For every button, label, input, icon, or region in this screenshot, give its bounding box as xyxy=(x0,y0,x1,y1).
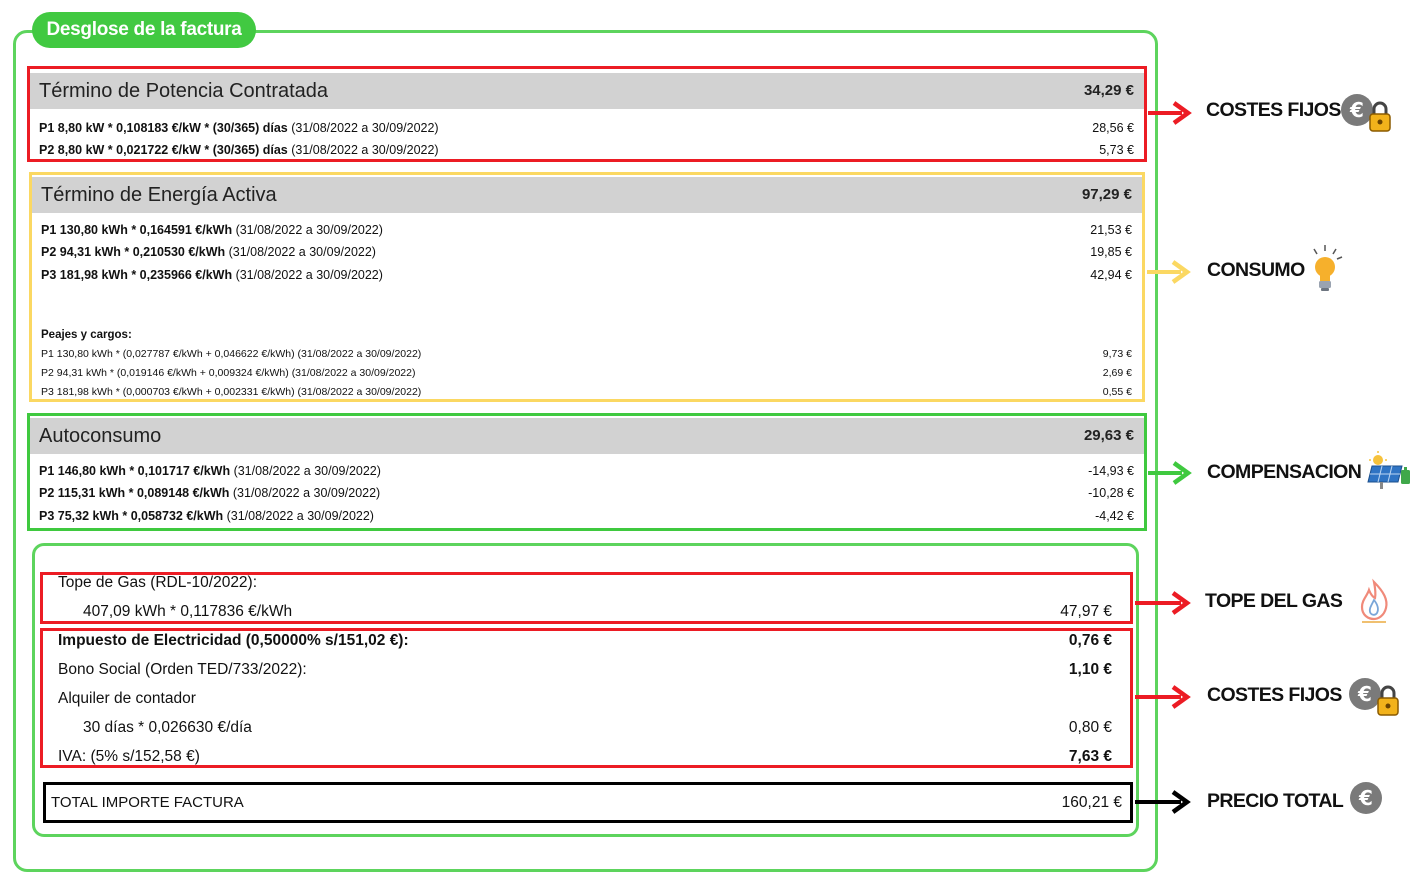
potencia-total: 34,29 € xyxy=(1083,82,1134,99)
row-formula: P1 130,80 kWh * 0,164591 €/kWh xyxy=(41,223,233,237)
row-period: (31/08/2022 a 30/09/2022) xyxy=(225,245,376,259)
solar-panel-icon xyxy=(1367,451,1410,489)
peaje-amount: 2,69 € xyxy=(1102,367,1132,379)
row-formula: P2 8,80 kW * 0,021722 €/kW * (30/365) dí… xyxy=(39,143,288,157)
row-formula: P3 181,98 kWh * 0,235966 €/kWh xyxy=(41,268,233,282)
row-formula: P1 146,80 kWh * 0,101717 €/kWh xyxy=(39,464,231,478)
row-formula: P3 75,32 kWh * 0,058732 €/kWh xyxy=(39,509,224,523)
bono-social-amount: 1,10 € xyxy=(1068,661,1112,678)
label-compensacion: COMPENSACION xyxy=(1207,461,1362,483)
arrow-green-icon xyxy=(1148,461,1192,485)
arrow-black-icon xyxy=(1135,790,1191,814)
energia-section: Término de Energía Activa 97,29 € P1 130… xyxy=(29,172,1145,402)
autoconsumo-row: P2 115,31 kWh * 0,089148 €/kWh (31/08/20… xyxy=(39,483,1134,503)
svg-text:€: € xyxy=(1349,98,1364,122)
label-tope-gas: TOPE DEL GAS xyxy=(1205,590,1343,612)
svg-text:€: € xyxy=(1358,786,1373,810)
peajes-row: P3 181,98 kWh * (0,000703 €/kWh + 0,0023… xyxy=(41,383,1132,401)
row-period: (31/08/2022 a 30/09/2022) xyxy=(223,509,374,523)
peaje-formula: P1 130,80 kWh * (0,027787 €/kWh + 0,0466… xyxy=(41,348,422,360)
energia-row: P1 130,80 kWh * 0,164591 €/kWh (31/08/20… xyxy=(41,220,1132,240)
row-formula: P2 115,31 kWh * 0,089148 €/kWh xyxy=(39,486,230,500)
potencia-row: P1 8,80 kW * 0,108183 €/kW * (30/365) dí… xyxy=(39,118,1134,138)
label-precio-total: PRECIO TOTAL xyxy=(1207,790,1344,812)
row-amount: -10,28 € xyxy=(1088,486,1134,500)
tope-gas-detail: 407,09 kWh * 0,117836 €/kWh xyxy=(83,603,293,620)
autoconsumo-header: Autoconsumo 29,63 € xyxy=(30,418,1144,454)
peaje-amount: 0,55 € xyxy=(1102,386,1132,398)
row-amount: 28,56 € xyxy=(1092,121,1134,135)
row-period: (31/08/2022 a 30/09/2022) xyxy=(229,486,381,500)
total-amount: 160,21 € xyxy=(1061,794,1122,811)
row-formula: P2 94,31 kWh * 0,210530 €/kWh xyxy=(41,245,226,259)
arrow-red-icon xyxy=(1135,685,1191,709)
potencia-section: Término de Potencia Contratada 34,29 € P… xyxy=(27,66,1147,162)
impuesto-electricidad-label: Impuesto de Electricidad (0,50000% s/151… xyxy=(58,632,409,649)
peaje-amount: 9,73 € xyxy=(1102,348,1132,360)
iva-label: IVA: (5% s/152,58 €) xyxy=(58,748,200,765)
potencia-title: Término de Potencia Contratada xyxy=(39,80,329,102)
row-amount: -4,42 € xyxy=(1095,509,1134,523)
label-consumo: CONSUMO xyxy=(1207,259,1305,281)
potencia-row: P2 8,80 kW * 0,021722 €/kW * (30/365) dí… xyxy=(39,140,1134,160)
potencia-header: Término de Potencia Contratada 34,29 € xyxy=(30,73,1144,109)
peaje-formula: P2 94,31 kWh * (0,019146 €/kWh + 0,00932… xyxy=(41,367,416,379)
panel-title-tab: Desglose de la factura xyxy=(32,12,256,48)
bono-social-label: Bono Social (Orden TED/733/2022): xyxy=(58,661,307,678)
iva-amount: 7,63 € xyxy=(1068,748,1112,765)
row-amount: 19,85 € xyxy=(1090,245,1132,259)
gas-flame-icon xyxy=(1360,578,1388,623)
row-amount: 5,73 € xyxy=(1099,143,1134,157)
label-costes-fijos: COSTES FIJOS xyxy=(1207,684,1342,706)
arrow-red-icon xyxy=(1148,101,1192,125)
row-period: (31/08/2022 a 30/09/2022) xyxy=(287,143,439,157)
row-formula: P1 8,80 kW * 0,108183 €/kW * (30/365) dí… xyxy=(39,121,288,135)
label-costes-fijos: COSTES FIJOS xyxy=(1206,99,1341,121)
total-label: TOTAL IMPORTE FACTURA xyxy=(51,794,244,811)
alquiler-contador-detail: 30 días * 0,026630 €/día xyxy=(83,719,252,736)
energia-title: Término de Energía Activa xyxy=(41,184,277,206)
impuesto-electricidad-amount: 0,76 € xyxy=(1068,632,1112,649)
euro-lock-icon: € xyxy=(1349,678,1399,716)
row-period: (31/08/2022 a 30/09/2022) xyxy=(287,121,439,135)
peajes-title: Peajes y cargos: xyxy=(41,329,132,341)
autoconsumo-section: Autoconsumo 29,63 € P1 146,80 kWh * 0,10… xyxy=(27,413,1147,531)
row-period: (31/08/2022 a 30/09/2022) xyxy=(232,223,383,237)
svg-text:€: € xyxy=(1357,682,1372,706)
autoconsumo-row: P3 75,32 kWh * 0,058732 €/kWh (31/08/202… xyxy=(39,506,1134,526)
autoconsumo-title: Autoconsumo xyxy=(39,425,162,447)
tope-gas-title: Tope de Gas (RDL-10/2022): xyxy=(58,574,258,591)
lightbulb-icon xyxy=(1313,245,1343,291)
row-period: (31/08/2022 a 30/09/2022) xyxy=(230,464,381,478)
row-amount: 42,94 € xyxy=(1090,268,1132,282)
tope-gas-amount: 47,97 € xyxy=(1060,603,1112,620)
peajes-row: P1 130,80 kWh * (0,027787 €/kWh + 0,0466… xyxy=(41,345,1132,363)
peaje-formula: P3 181,98 kWh * (0,000703 €/kWh + 0,0023… xyxy=(41,386,422,398)
row-amount: -14,93 € xyxy=(1088,464,1134,478)
autoconsumo-total: 29,63 € xyxy=(1083,427,1134,444)
energia-row: P3 181,98 kWh * 0,235966 €/kWh (31/08/20… xyxy=(41,265,1132,285)
arrow-red-icon xyxy=(1135,591,1191,615)
euro-lock-icon: € xyxy=(1341,94,1391,132)
alquiler-contador-amount: 0,80 € xyxy=(1068,719,1112,736)
autoconsumo-row: P1 146,80 kWh * 0,101717 €/kWh (31/08/20… xyxy=(39,461,1134,481)
alquiler-contador-label: Alquiler de contador xyxy=(58,690,196,707)
energia-row: P2 94,31 kWh * 0,210530 €/kWh (31/08/202… xyxy=(41,242,1132,262)
arrow-yellow-icon xyxy=(1147,260,1191,284)
energia-header: Término de Energía Activa 97,29 € xyxy=(32,177,1142,213)
euro-icon: € xyxy=(1350,782,1382,814)
energia-total: 97,29 € xyxy=(1081,186,1132,203)
peajes-row: P2 94,31 kWh * (0,019146 €/kWh + 0,00932… xyxy=(41,364,1132,382)
row-amount: 21,53 € xyxy=(1090,223,1132,237)
row-period: (31/08/2022 a 30/09/2022) xyxy=(232,268,383,282)
